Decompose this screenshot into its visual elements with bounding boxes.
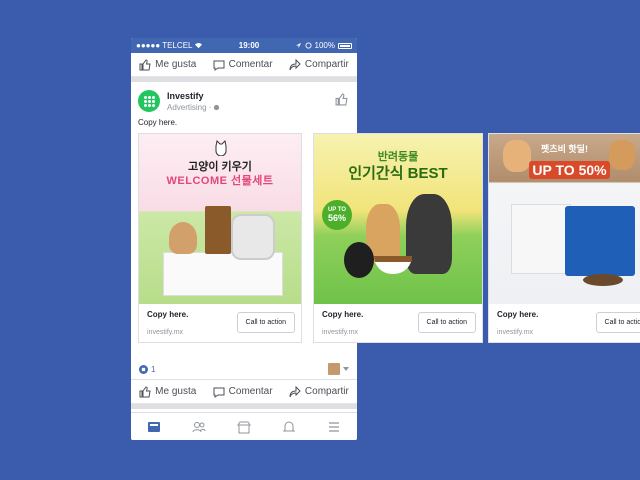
carousel-card[interactable]: 펫츠비 핫딜! UP TO 50% Copy here. investify.m… (488, 133, 640, 343)
like-button[interactable]: Me gusta (139, 385, 197, 398)
comment-label: Comentar (228, 386, 273, 397)
alarm-icon (304, 42, 312, 49)
like-label: Me gusta (155, 386, 197, 397)
carrier-label: ●●●●● TELCEL (136, 41, 193, 50)
post-copy: Copy here. (138, 118, 178, 127)
clock: 19:00 (238, 41, 260, 50)
like-button[interactable]: Me gusta (139, 58, 197, 71)
battery-icon (337, 42, 352, 49)
notifications-bell-icon[interactable] (282, 420, 296, 434)
viewer-selector[interactable] (328, 363, 349, 375)
reaction-summary[interactable]: 1 (139, 364, 156, 374)
like-label: Me gusta (155, 59, 197, 70)
post-header: Investify Advertising · (131, 82, 357, 118)
viewer-avatar (328, 363, 340, 375)
thumbs-up-icon (139, 58, 151, 70)
marketplace-icon[interactable] (237, 420, 251, 434)
share-button[interactable]: Compartir (289, 385, 349, 398)
reaction-count: 1 (151, 364, 156, 374)
share-icon (289, 58, 301, 70)
comment-button[interactable]: Comentar (213, 386, 273, 398)
comment-button[interactable]: Comentar (213, 59, 273, 71)
card-footer: Copy here. investify.mx Call to action (139, 304, 301, 342)
card-subheadline: 인기간식 BEST (348, 165, 448, 182)
share-label: Compartir (304, 386, 349, 397)
globe-icon (214, 104, 220, 110)
investify-logo-icon (143, 95, 155, 107)
black-cat-photo (344, 242, 374, 278)
card-footer: Copy here. investify.mx Call to action (314, 304, 482, 342)
divider (131, 404, 357, 409)
badge-value: 56% (327, 213, 346, 223)
location-icon (295, 42, 301, 49)
discount-badge: UP TO 56% (322, 200, 352, 230)
share-button[interactable]: Compartir (289, 58, 349, 71)
card-headline: 펫츠비 핫딜! (541, 144, 588, 154)
like-page-icon[interactable] (335, 93, 348, 106)
carousel-card[interactable]: 고양이 키우기 WELCOME 선물세트 Copy here. investif… (138, 133, 302, 343)
battery-percent: 100% (314, 41, 335, 50)
call-to-action-button[interactable]: Call to action (417, 312, 476, 333)
litter-box (231, 214, 275, 260)
wifi-icon (195, 42, 203, 49)
reactions-row: 1 (131, 359, 357, 379)
card-footer: Copy here. investify.mx Call to action (489, 304, 640, 342)
share-label: Compartir (304, 59, 349, 70)
ad-image-pet-snacks: 반려동물 인기간식 BEST UP TO 56% (314, 134, 482, 304)
thumbs-up-icon (139, 385, 151, 397)
call-to-action-button[interactable]: Call to action (595, 312, 640, 333)
page-name[interactable]: Investify (167, 91, 220, 101)
cat-photo (169, 222, 197, 254)
news-feed-icon[interactable] (147, 420, 161, 434)
caret-down-icon (343, 367, 349, 371)
pet-bowl (583, 274, 623, 286)
friends-icon[interactable] (192, 420, 206, 434)
call-to-action-button[interactable]: Call to action (236, 312, 295, 333)
ad-image-hot-deal: 펫츠비 핫딜! UP TO 50% (489, 134, 640, 304)
food-bag (205, 206, 231, 254)
top-action-bar: Me gusta Comentar Compartir (131, 53, 357, 77)
status-bar: ●●●●● TELCEL 19:00 100% (131, 38, 357, 53)
bottom-nav (131, 412, 357, 440)
husky-photo (406, 194, 452, 274)
card-subheadline: WELCOME 선물세트 (166, 175, 274, 187)
treat-bowl (374, 256, 412, 274)
litter-box-product (565, 206, 635, 276)
card-subheadline: UP TO 50% (529, 161, 610, 179)
carousel-card[interactable]: 반려동물 인기간식 BEST UP TO 56% Copy here. inve… (313, 133, 483, 343)
like-reaction-icon (139, 364, 148, 374)
ad-image-cat-welcome: 고양이 키우기 WELCOME 선물세트 (139, 134, 301, 304)
comment-icon (213, 387, 225, 398)
share-icon (289, 385, 301, 397)
cat-face-icon (215, 140, 227, 156)
product-stack (511, 204, 571, 274)
bottom-action-bar: Me gusta Comentar Compartir (131, 380, 357, 404)
menu-icon[interactable] (327, 420, 341, 434)
comment-icon (213, 60, 225, 71)
page-avatar[interactable] (138, 90, 160, 112)
comment-label: Comentar (228, 59, 273, 70)
sponsored-label: Advertising · (167, 102, 212, 112)
sponsored-row: Advertising · (167, 103, 220, 112)
